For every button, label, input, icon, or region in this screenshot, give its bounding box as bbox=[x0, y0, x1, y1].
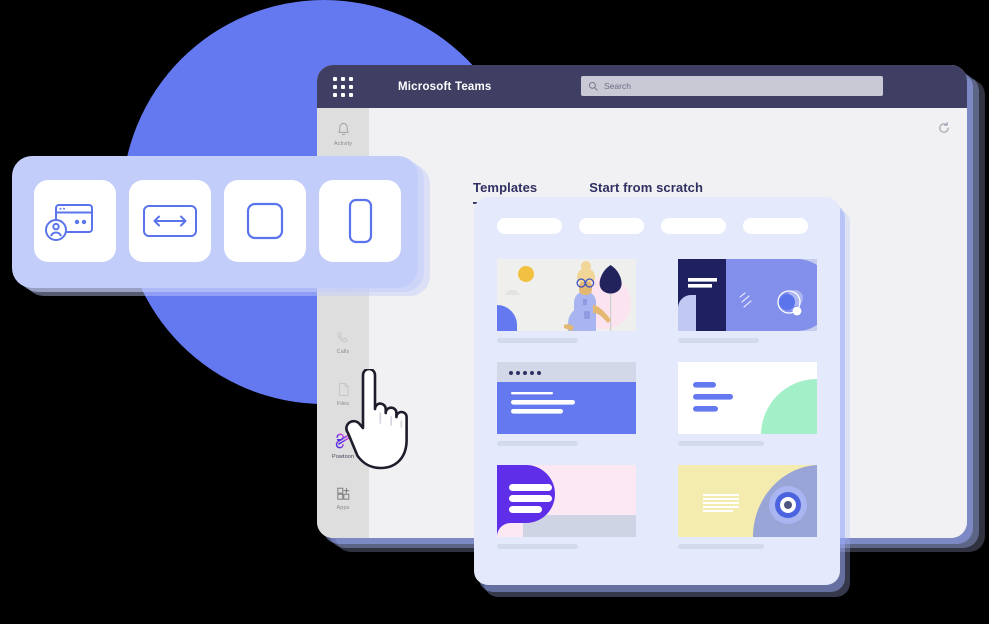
template-thumbnail bbox=[678, 362, 817, 434]
format-tile-square[interactable] bbox=[224, 180, 306, 262]
apps-grid-icon bbox=[336, 487, 349, 500]
illustration-woman-glasses-sun-tree-icon bbox=[497, 259, 636, 331]
template-thumbnail bbox=[678, 259, 817, 331]
sidebar-item-label: Calls bbox=[336, 349, 350, 355]
sidebar-item-calls[interactable]: Calls bbox=[317, 316, 369, 368]
sidebar-item-label: Apps bbox=[336, 505, 350, 511]
purple-speech-bubble-pink-icon bbox=[497, 465, 636, 537]
filter-pill-row bbox=[497, 218, 808, 234]
filter-pill[interactable] bbox=[497, 218, 562, 234]
format-tile-vertical[interactable] bbox=[319, 180, 401, 262]
templates-panel bbox=[474, 197, 840, 585]
bell-icon bbox=[337, 123, 349, 136]
question-circle-icon bbox=[335, 537, 352, 538]
search-icon bbox=[588, 81, 598, 91]
white-panel-mint-arc-icon bbox=[678, 362, 817, 434]
blue-panel-text-lines-icon bbox=[497, 362, 636, 434]
format-tile-social-post[interactable] bbox=[34, 180, 116, 262]
template-thumbnail bbox=[497, 362, 636, 434]
window-titlebar: Microsoft Teams Search bbox=[317, 65, 967, 108]
sidebar-item-help[interactable]: Help bbox=[317, 524, 369, 538]
phone-icon bbox=[336, 331, 348, 343]
template-thumbnail bbox=[678, 465, 817, 537]
app-launcher-button[interactable] bbox=[317, 76, 369, 97]
sidebar-item-label: Activity bbox=[333, 141, 353, 147]
format-tile-landscape[interactable] bbox=[129, 180, 211, 262]
refresh-icon[interactable] bbox=[937, 121, 951, 135]
yellow-panel-target-eye-icon bbox=[678, 465, 817, 537]
filter-pill[interactable] bbox=[661, 218, 726, 234]
template-thumbnail bbox=[497, 465, 636, 537]
template-card-eye[interactable] bbox=[678, 465, 817, 549]
template-caption bbox=[678, 544, 765, 549]
template-card-blue-text[interactable] bbox=[497, 362, 636, 446]
templates-grid bbox=[497, 259, 817, 549]
template-caption bbox=[497, 441, 578, 446]
format-toolbar bbox=[12, 156, 430, 296]
hand-pointer-cursor bbox=[345, 369, 408, 470]
template-thumbnail bbox=[497, 259, 636, 331]
app-launcher-grid-icon bbox=[333, 76, 353, 97]
template-card-presenter[interactable] bbox=[497, 259, 636, 343]
template-card-mint[interactable] bbox=[678, 362, 817, 446]
template-caption bbox=[678, 441, 765, 446]
template-caption bbox=[497, 544, 578, 549]
filter-pill[interactable] bbox=[743, 218, 808, 234]
navy-blue-abstract-circles-icon bbox=[678, 259, 817, 331]
template-caption bbox=[497, 338, 578, 343]
sidebar-item-apps[interactable]: Apps bbox=[317, 472, 369, 524]
canvas: Microsoft Teams Search Activity Calls Fi… bbox=[0, 0, 989, 624]
search-placeholder: Search bbox=[604, 81, 631, 91]
template-card-speech[interactable] bbox=[497, 465, 636, 549]
template-card-navy-blue[interactable] bbox=[678, 259, 817, 343]
app-title: Microsoft Teams bbox=[398, 80, 492, 93]
search-input[interactable]: Search bbox=[581, 76, 883, 96]
template-caption bbox=[678, 338, 759, 343]
filter-pill[interactable] bbox=[579, 218, 644, 234]
